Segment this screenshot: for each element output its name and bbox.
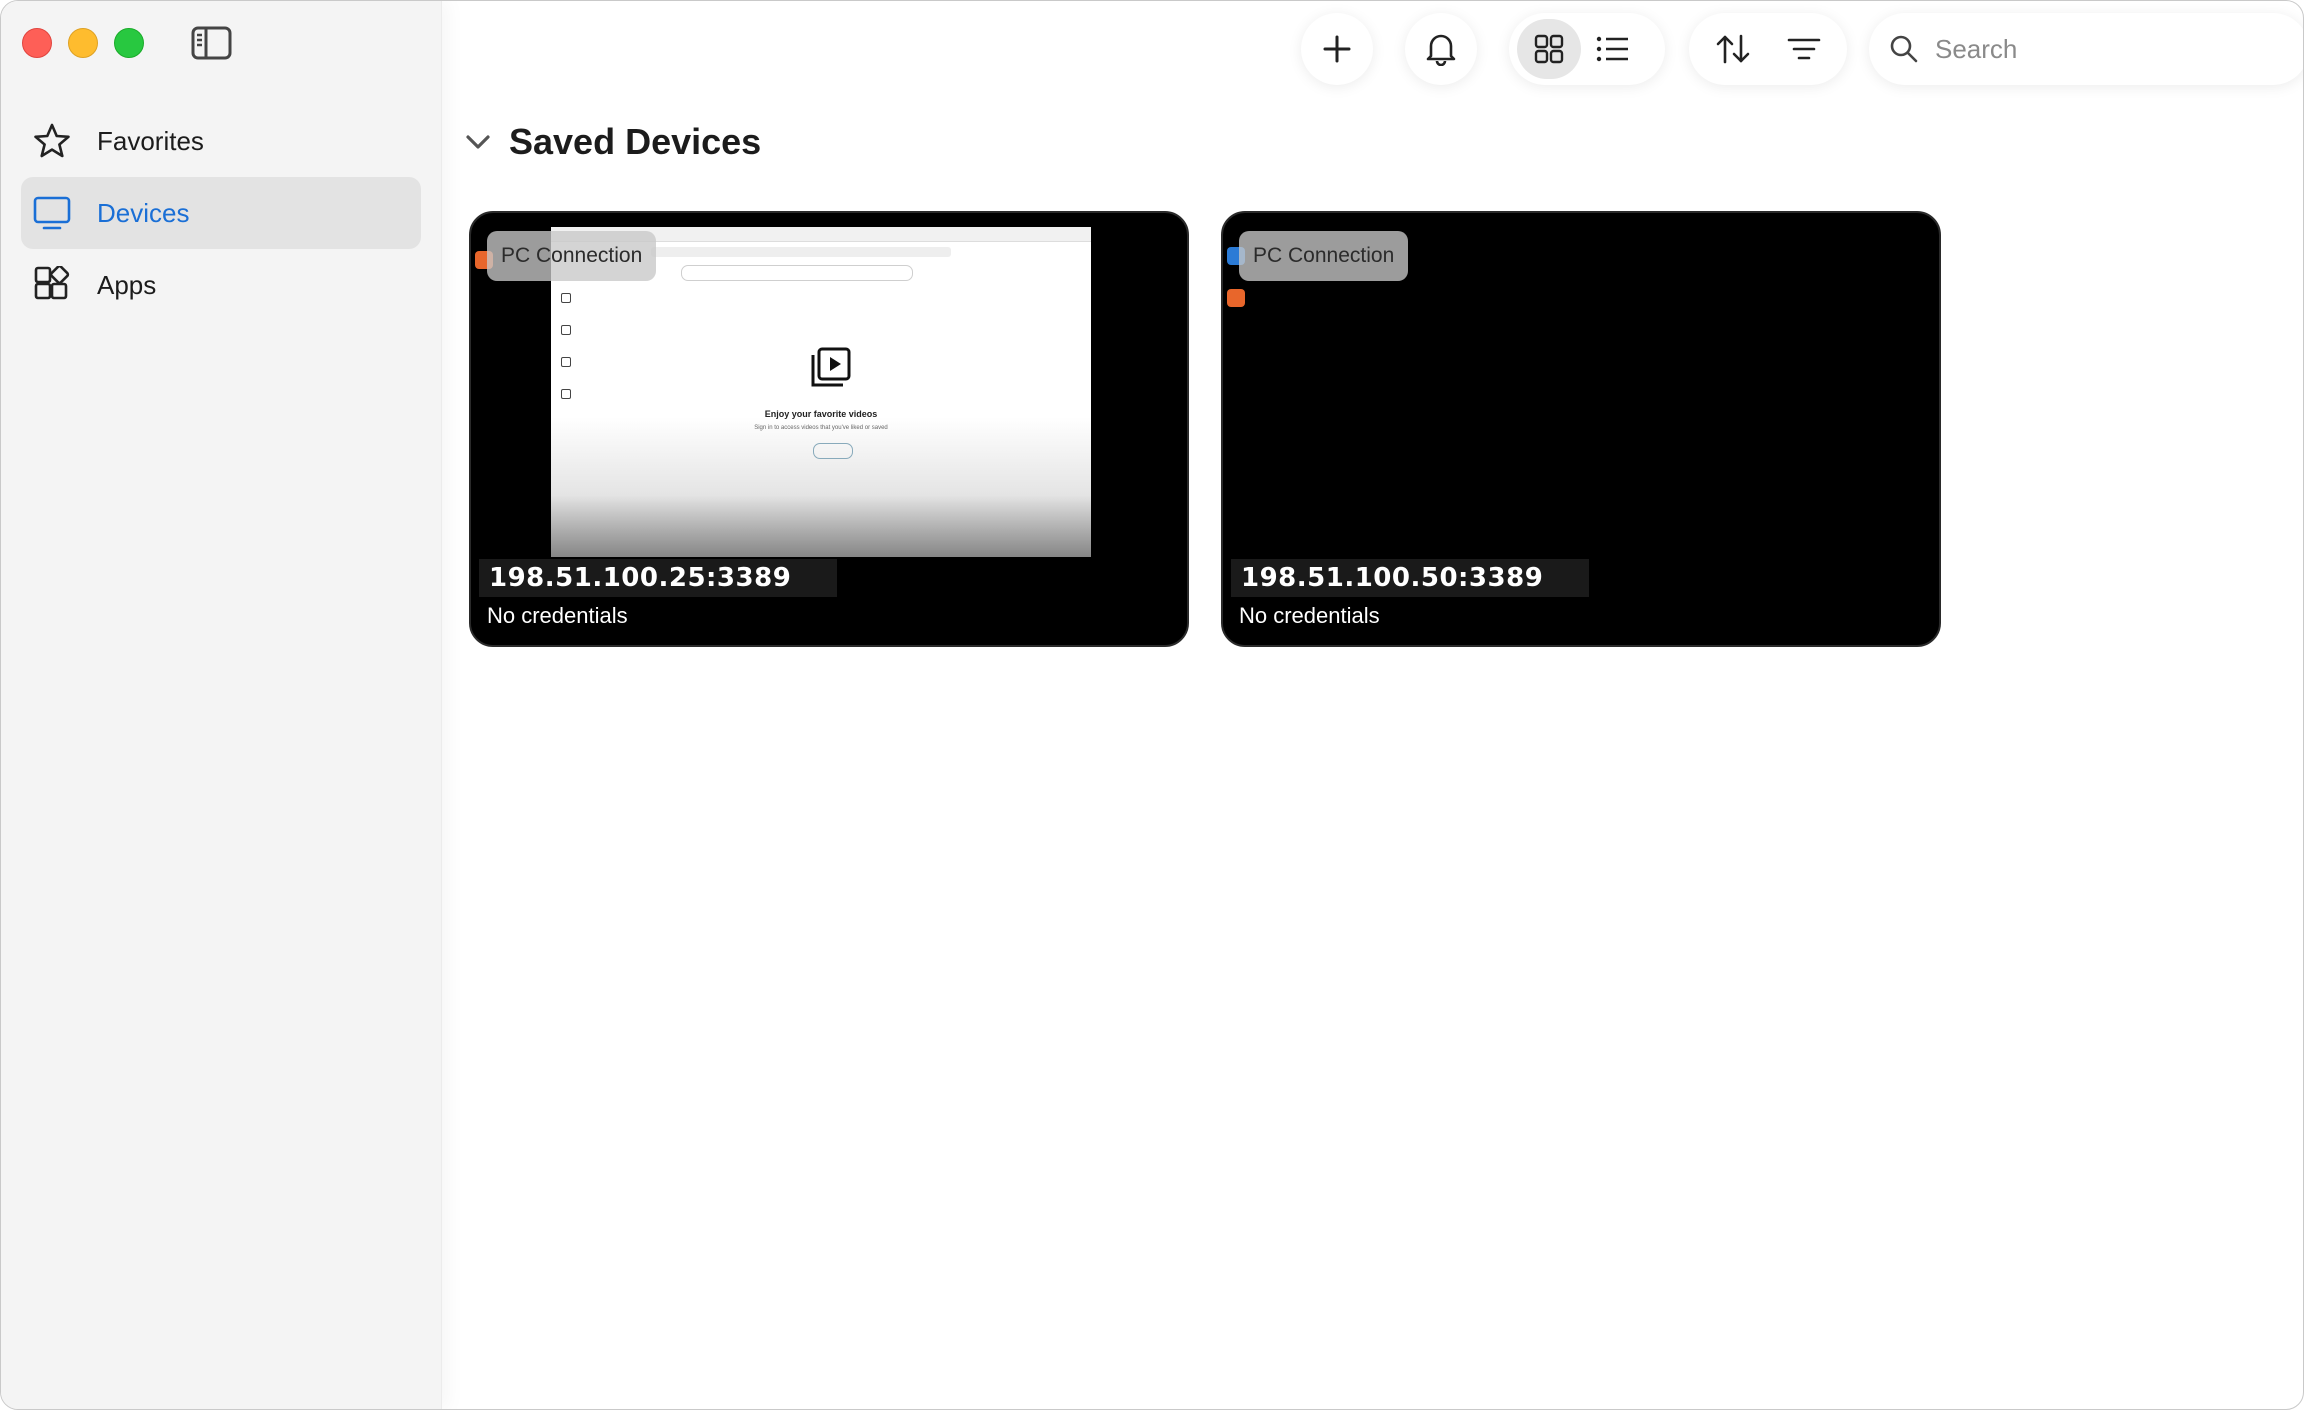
device-address: 198.51.100.50:3389	[1231, 559, 1590, 597]
thumbnail-subline: Sign in to access videos that you've lik…	[754, 425, 888, 431]
apps-grid-icon	[33, 266, 71, 304]
connection-type-badge: PC Connection	[1239, 231, 1409, 281]
sidebar-item-label: Apps	[97, 269, 157, 300]
chevron-down-icon[interactable]	[461, 125, 495, 159]
sort-button[interactable]	[1701, 19, 1765, 79]
grid-view-icon	[1534, 34, 1564, 64]
plus-icon	[1323, 35, 1351, 63]
sidebar-item-label: Devices	[97, 197, 190, 228]
bell-icon	[1426, 34, 1456, 66]
star-icon	[33, 122, 71, 160]
sidebar-item-label: Favorites	[97, 125, 204, 156]
app-window: Favorites Devices Apps Search Saved Devi…	[0, 0, 2304, 1410]
sort-arrows-icon	[1716, 34, 1749, 64]
thumbnail-headline: Enjoy your favorite videos	[764, 409, 878, 419]
filter-button[interactable]	[1772, 19, 1836, 79]
section-header[interactable]: Saved Devices	[461, 121, 761, 163]
notifications-button[interactable]	[1405, 13, 1477, 85]
device-card[interactable]: Enjoy your favorite videos Sign in to ac…	[469, 211, 1189, 647]
credentials-status: No credentials	[1239, 603, 1380, 628]
sidebar-toggle-icon[interactable]	[191, 25, 233, 61]
sidebar-item-favorites[interactable]: Favorites	[21, 105, 421, 177]
list-view-icon	[1596, 36, 1628, 62]
list-view-button[interactable]	[1581, 19, 1645, 79]
device-card[interactable]: PC Connection 198.51.100.50:3389 No cred…	[1221, 211, 1941, 647]
sort-filter-group	[1689, 13, 1847, 85]
search-input[interactable]	[1933, 32, 2237, 66]
add-button[interactable]	[1301, 13, 1373, 85]
view-mode-toggle	[1509, 13, 1665, 85]
grid-view-button[interactable]	[1517, 19, 1581, 79]
minimize-window-button[interactable]	[68, 28, 98, 58]
close-window-button[interactable]	[22, 28, 52, 58]
monitor-icon	[33, 194, 71, 232]
section-title: Saved Devices	[509, 121, 762, 162]
device-address: 198.51.100.25:3389	[479, 559, 838, 597]
search-field[interactable]	[1869, 13, 2303, 85]
search-icon	[1889, 34, 1919, 64]
sidebar-item-apps[interactable]: Apps	[21, 249, 421, 321]
zoom-window-button[interactable]	[114, 28, 144, 58]
filter-lines-icon	[1787, 38, 1820, 60]
sidebar: Favorites Devices Apps	[1, 1, 442, 1409]
video-library-icon	[811, 347, 851, 387]
credentials-status: No credentials	[487, 603, 628, 628]
connection-type-badge: PC Connection	[487, 231, 657, 281]
sidebar-item-devices[interactable]: Devices	[21, 177, 421, 249]
sidebar-nav: Favorites Devices Apps	[21, 105, 421, 321]
